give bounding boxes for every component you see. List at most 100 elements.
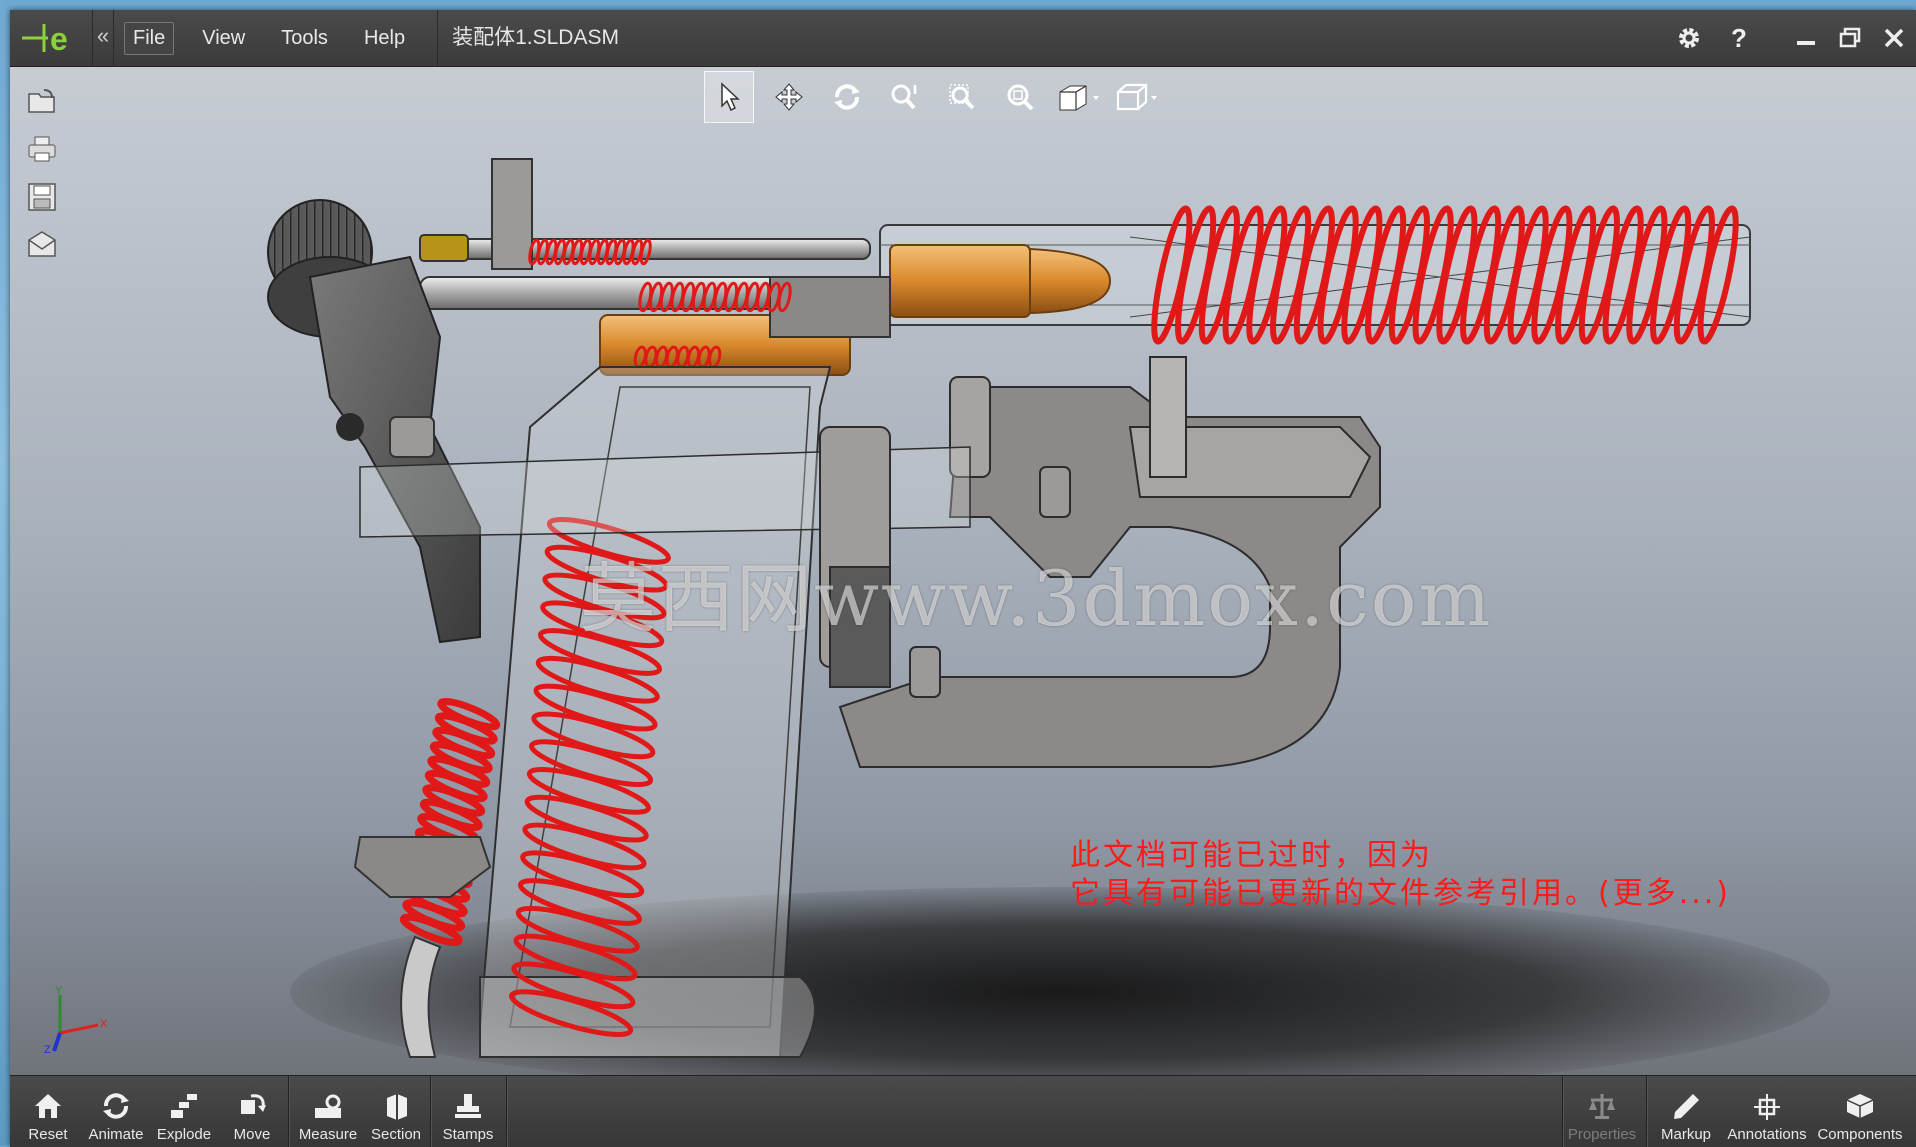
properties-button[interactable]: Properties xyxy=(1566,1076,1638,1147)
explode-button[interactable]: Explode xyxy=(150,1076,218,1147)
animate-label: Animate xyxy=(88,1126,144,1143)
pan-icon xyxy=(775,83,803,111)
bottom-right-group: Properties xyxy=(1566,1076,1638,1147)
stamps-icon xyxy=(455,1094,481,1118)
zoom-to-area-icon xyxy=(949,84,975,110)
components-label: Components xyxy=(1817,1126,1903,1143)
gear-icon xyxy=(1679,28,1699,48)
display-style-tool[interactable] xyxy=(1050,72,1108,122)
close-icon xyxy=(1884,28,1904,48)
axis-z-label: Z xyxy=(44,1044,51,1055)
help-icon: ? xyxy=(1731,22,1747,53)
zoom-tool[interactable] xyxy=(876,72,934,122)
bottom-toolbar: Reset Animate Explode Move Measure Secti… xyxy=(10,1075,1916,1147)
menu-tools[interactable]: Tools xyxy=(273,23,336,54)
email-icon xyxy=(28,231,56,257)
restore-icon xyxy=(1839,27,1861,48)
reset-button[interactable]: Reset xyxy=(14,1076,82,1147)
left-toolbar xyxy=(20,77,64,269)
explode-label: Explode xyxy=(156,1126,212,1143)
help-button[interactable]: ? xyxy=(1714,10,1764,66)
outdated-warning-line1: 此文档可能已过时，因为 xyxy=(1070,838,1433,873)
save-button[interactable] xyxy=(20,173,64,221)
restore-button[interactable] xyxy=(1828,10,1872,66)
mainspring-base xyxy=(353,836,492,1058)
outdated-warning-line2[interactable]: 它具有可能已更新的文件参考引用。(更多...) xyxy=(1070,875,1731,913)
display-style-icon xyxy=(1059,85,1099,111)
outdated-warning[interactable]: 此文档可能已过时，因为 它具有可能已更新的文件参考引用。(更多...) xyxy=(1070,837,1731,913)
axis-x-label: X xyxy=(100,1018,108,1030)
settings-button[interactable] xyxy=(1664,10,1714,66)
animate-icon xyxy=(103,1093,129,1119)
annotations-icon xyxy=(1754,1094,1780,1120)
axis-triad: Y X Z xyxy=(44,985,108,1055)
move-button[interactable]: Move xyxy=(218,1076,286,1147)
edrawings-window: e « File View Tools Help 装配体1.SLDASM ? 莫… xyxy=(10,10,1916,1147)
measure-button[interactable]: Measure xyxy=(294,1076,362,1147)
collapse-panel-button[interactable]: « xyxy=(93,10,114,66)
svg-text:e: e xyxy=(50,21,68,56)
axis-y-label: Y xyxy=(55,985,63,997)
3d-viewport[interactable]: 莫西网www.3dmox.com 此文档可能已过时，因为 它具有可能已更新的文件… xyxy=(10,67,1916,1075)
save-icon xyxy=(28,183,56,211)
menu-view[interactable]: View xyxy=(194,23,253,54)
open-icon xyxy=(28,89,55,113)
bottom-right-group-2: Markup Annotations Components xyxy=(1650,1076,1908,1147)
explode-icon xyxy=(171,1094,197,1118)
app-logo[interactable]: e xyxy=(10,10,93,66)
zoom-to-area-tool[interactable] xyxy=(934,72,992,122)
annotations-button[interactable]: Annotations xyxy=(1722,1076,1812,1147)
bottom-divider xyxy=(288,1076,290,1147)
window-controls: ? xyxy=(1664,10,1916,66)
markup-button[interactable]: Markup xyxy=(1650,1076,1722,1147)
bottom-stamps-group: Stamps xyxy=(434,1076,502,1147)
animate-button[interactable]: Animate xyxy=(82,1076,150,1147)
stamps-label: Stamps xyxy=(442,1126,494,1143)
properties-label: Properties xyxy=(1567,1126,1637,1143)
view-orientation-tool[interactable] xyxy=(1108,72,1166,122)
bottom-divider xyxy=(1562,1076,1564,1147)
section-icon xyxy=(387,1094,407,1120)
zoom-icon xyxy=(891,84,917,110)
select-icon xyxy=(721,82,740,112)
section-label: Section xyxy=(370,1126,422,1143)
view-orientation-icon xyxy=(1116,83,1157,111)
rotate-tool[interactable] xyxy=(818,72,876,122)
annotations-label: Annotations xyxy=(1727,1126,1807,1143)
bottom-divider xyxy=(430,1076,432,1147)
properties-icon xyxy=(1589,1094,1615,1119)
zoom-to-fit-tool[interactable] xyxy=(992,72,1050,122)
components-button[interactable]: Components xyxy=(1812,1076,1908,1147)
email-button[interactable] xyxy=(20,221,64,269)
reset-label: Reset xyxy=(28,1126,68,1143)
view-toolbar xyxy=(704,71,1166,123)
menu-file[interactable]: File xyxy=(124,21,175,55)
mainspring xyxy=(399,697,501,947)
bottom-divider xyxy=(1646,1076,1648,1147)
select-tool[interactable] xyxy=(704,71,754,123)
minimize-icon xyxy=(1797,41,1815,45)
close-button[interactable] xyxy=(1872,10,1916,66)
move-icon xyxy=(241,1094,266,1114)
title-bar: e « File View Tools Help 装配体1.SLDASM ? xyxy=(10,10,1916,67)
print-button[interactable] xyxy=(20,125,64,173)
print-icon xyxy=(28,136,56,162)
minimize-button[interactable] xyxy=(1784,10,1828,66)
home-icon xyxy=(35,1094,61,1118)
markup-label: Markup xyxy=(1660,1126,1712,1143)
menu-help[interactable]: Help xyxy=(356,23,413,54)
components-icon xyxy=(1846,1094,1874,1118)
markup-icon xyxy=(1674,1094,1699,1119)
pan-tool[interactable] xyxy=(760,72,818,122)
edrawings-logo-icon: e xyxy=(22,21,68,56)
stamps-button[interactable]: Stamps xyxy=(434,1076,502,1147)
bottom-left-group: Reset Animate Explode Move xyxy=(14,1076,286,1147)
document-title: 装配体1.SLDASM xyxy=(437,10,619,66)
move-label: Move xyxy=(233,1126,271,1143)
zoom-to-fit-icon xyxy=(1007,84,1034,111)
watermark-text: 莫西网www.3dmox.com xyxy=(580,554,1493,643)
bottom-divider xyxy=(506,1076,508,1147)
open-button[interactable] xyxy=(20,77,64,125)
section-button[interactable]: Section xyxy=(362,1076,430,1147)
bottom-tools-group: Measure Section xyxy=(294,1076,430,1147)
